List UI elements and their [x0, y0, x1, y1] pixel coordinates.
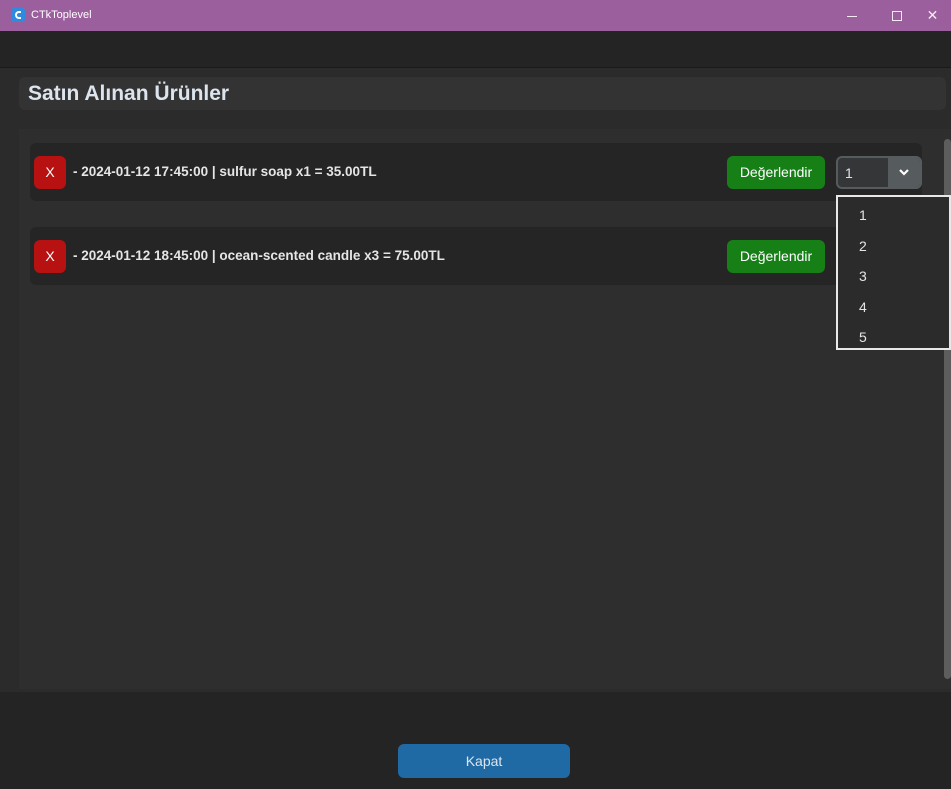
rating-dropdown-menu: 1 2 3 4 5: [836, 195, 951, 350]
ctk-toplevel-window: CTkToplevel ✕ Satın Alınan Ürünler X - 2…: [0, 0, 951, 789]
dropdown-option-1[interactable]: 1: [838, 201, 949, 232]
title-bar[interactable]: CTkToplevel ✕: [0, 0, 951, 31]
dropdown-option-5[interactable]: 5: [838, 323, 949, 354]
delete-order-button[interactable]: X: [34, 240, 66, 273]
app-icon: [11, 8, 25, 22]
rating-combobox[interactable]: 1: [836, 156, 922, 189]
close-icon: ✕: [926, 7, 939, 23]
rate-button[interactable]: Değerlendir: [727, 240, 825, 273]
dropdown-option-2[interactable]: 2: [838, 232, 949, 263]
footer: Kapat: [0, 692, 951, 789]
combobox-arrow-button[interactable]: [888, 158, 920, 187]
orders-scroll-frame[interactable]: [19, 129, 951, 689]
minimize-icon: [847, 15, 857, 17]
order-text: - 2024-01-12 18:45:00 | ocean-scented ca…: [73, 248, 445, 263]
minimize-button[interactable]: [829, 0, 875, 31]
rating-value[interactable]: 1: [845, 165, 853, 181]
delete-order-button[interactable]: X: [34, 156, 66, 189]
dropdown-option-3[interactable]: 3: [838, 262, 949, 293]
chevron-down-icon: [899, 169, 909, 176]
maximize-icon: [892, 11, 902, 22]
order-row: X - 2024-01-12 17:45:00 | sulfur soap x1…: [30, 143, 922, 201]
close-button[interactable]: Kapat: [398, 744, 570, 778]
close-window-button[interactable]: ✕: [914, 0, 951, 31]
order-row: X - 2024-01-12 18:45:00 | ocean-scented …: [30, 227, 922, 285]
top-strip: [0, 31, 951, 68]
rate-button[interactable]: Değerlendir: [727, 156, 825, 189]
dropdown-option-4[interactable]: 4: [838, 293, 949, 324]
window-title: CTkToplevel: [31, 9, 92, 21]
page-title: Satın Alınan Ürünler: [28, 82, 230, 105]
header-frame: Satın Alınan Ürünler: [19, 77, 946, 110]
order-text: - 2024-01-12 17:45:00 | sulfur soap x1 =…: [73, 164, 377, 179]
